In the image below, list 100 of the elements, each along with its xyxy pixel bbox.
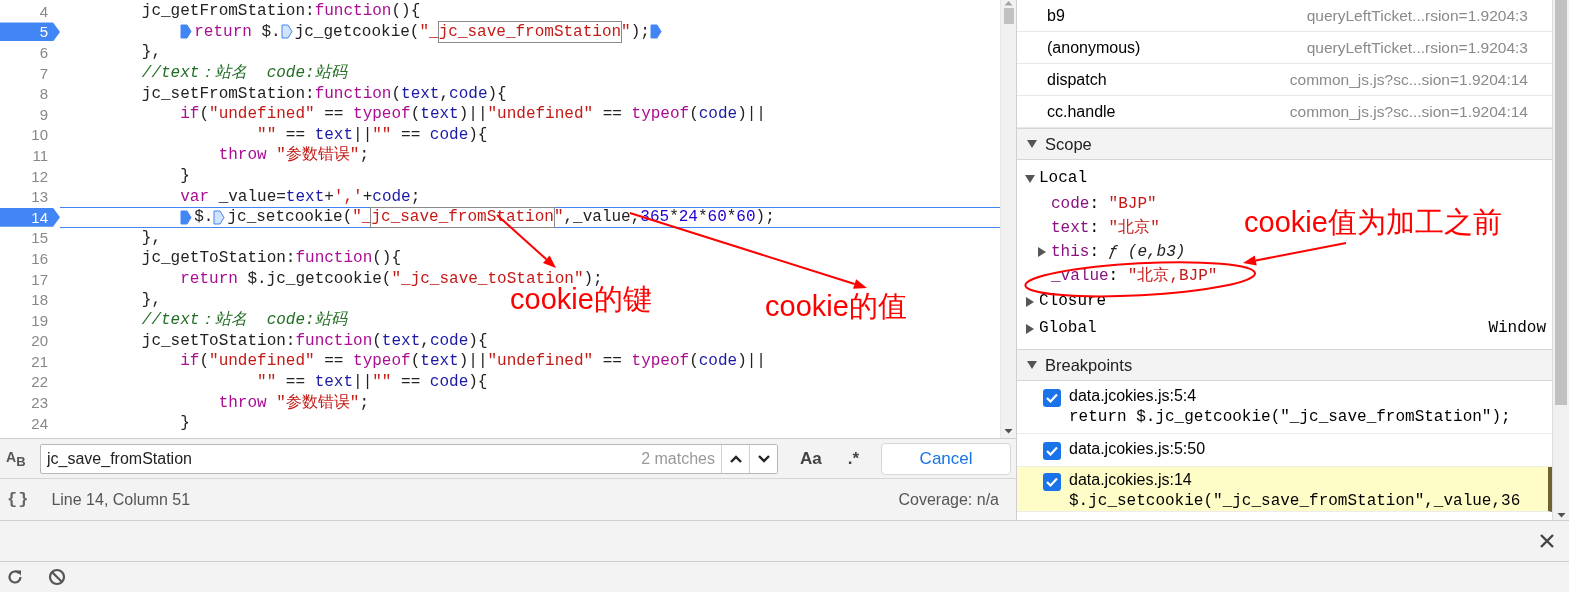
code-line: var _value=text+','+code; [179,186,421,207]
line-number[interactable]: 19 [0,310,60,330]
code-text: jc_getcookie("_jc_save_fromStation"); [294,21,650,42]
search-box[interactable]: jc_save_fromStation 2 matches [40,443,778,474]
checkbox[interactable] [1043,442,1061,460]
code-line: //text：站名 code:站码 [140,63,347,84]
block-icon[interactable] [48,568,66,586]
code-text: return $. [194,21,281,42]
line-number[interactable]: 20 [0,331,60,351]
line-number[interactable]: 23 [0,393,60,413]
line-number[interactable]: 5 [0,22,60,42]
breakpoints-header[interactable]: Breakpoints [1017,349,1552,381]
code-line: if("undefined" == typeof(text)||"undefined" == typeof(code)|| [179,104,766,125]
line-number[interactable]: 8 [0,84,60,104]
line-number[interactable]: 13 [0,187,60,207]
format-button[interactable]: {} [7,490,30,509]
breakpoint-marker-icon[interactable] [280,24,293,40]
scope-label[interactable]: Global [1039,316,1097,341]
section-title: Scope [1045,134,1092,154]
collapse-arrow-icon[interactable] [1027,139,1037,149]
code-line: }, [140,42,161,63]
checkbox[interactable] [1043,389,1061,407]
code-text: jc_setcookie("_jc_save_fromStation",_value,365*24*60*60); [227,207,775,227]
code-line: jc_getFromStation:function(){ [140,1,421,22]
code-line: } [179,166,190,187]
code-line: "" == text||"" == code){ [256,124,488,145]
line-number[interactable]: 7 [0,63,60,83]
check-icon [1046,446,1058,456]
breakpoint-marker-icon[interactable] [180,209,193,225]
next-match-button[interactable] [749,444,777,473]
scope-label[interactable]: Local [1039,166,1087,191]
check-icon [1046,393,1058,403]
line-number[interactable]: 18 [0,290,60,310]
checkbox[interactable] [1043,473,1061,491]
code-line: "" == text||"" == code){ [256,372,488,392]
breakpoint-location: data.jcokies.js:14 [1069,471,1193,489]
regex-button[interactable]: .* [847,448,860,469]
scope-variable: code: "BJP" [1051,195,1157,213]
breakpoint-location: data.jcokies.js:5:50 [1069,440,1206,458]
line-number[interactable]: 6 [0,43,60,62]
scrollbar-thumb[interactable] [1555,0,1567,405]
line-number[interactable]: 9 [0,104,60,124]
match-case-button[interactable]: Aa [800,448,822,469]
breakpoint-item[interactable]: data.jcokies.js:5:4 return $.jc_getcookie("_jc_save_fromStation"); [1017,381,1552,434]
line-number[interactable]: 11 [0,145,60,165]
line-number[interactable]: 17 [0,269,60,289]
code-line: //text：站名 code:站码 [140,310,347,331]
code-line: if("undefined" == typeof(text)||"undefined" == typeof(code)|| [179,351,766,372]
code-line: jc_setFromStation:function(text,code){ [140,83,507,104]
close-icon[interactable] [1539,533,1555,549]
breakpoint-marker-icon[interactable] [649,24,662,40]
line-number[interactable]: 10 [0,125,60,145]
coverage-status: Coverage: n/a [898,490,999,509]
code-line: jc_getToStation:function(){ [140,248,402,269]
refresh-icon[interactable] [6,568,24,586]
scope-header[interactable]: Scope [1017,128,1552,160]
check-icon [1046,477,1058,487]
cancel-button[interactable]: Cancel [881,442,1012,475]
annotation-label: cookie值为加工之前 [1244,208,1502,237]
call-frame[interactable]: (anonymous) queryLeftTicket...rsion=1.9204:3 [1017,32,1552,64]
chevron-up-icon [728,453,743,464]
collapse-arrow-icon[interactable] [1027,360,1037,370]
code-line: }, [140,289,161,310]
scope-variable: text: "北京" [1051,219,1160,237]
call-frame[interactable]: b9 queryLeftTicket...rsion=1.9204:3 [1017,0,1552,32]
scope-variable: _value: "北京,BJP" [1051,267,1218,285]
line-number[interactable]: 22 [0,372,60,392]
breakpoint-marker-icon[interactable] [180,24,193,40]
breakpoint-item[interactable]: data.jcokies.js:14 $.jc_setcookie("_jc_save_fromStation",_value,36 [1017,467,1552,512]
line-number[interactable]: 21 [0,351,60,371]
line-number[interactable]: 12 [0,166,60,186]
line-number[interactable]: 14 [0,207,60,227]
cursor-position: Line 14, Column 51 [51,490,191,509]
code-line: throw "参数错误"; [217,392,370,413]
expand-arrow-icon[interactable] [1025,323,1035,334]
breakpoint-code: return $.jc_getcookie("_jc_save_fromStation"); [1069,407,1511,427]
annotation-label: cookie的值 [765,292,907,321]
code-line: throw "参数错误"; [217,145,370,166]
breakpoint-location: data.jcokies.js:5:4 [1069,387,1198,405]
line-number[interactable]: 24 [0,413,60,433]
line-number[interactable]: 16 [0,248,60,268]
code-line: } [179,413,190,434]
line-number[interactable]: 4 [0,1,60,21]
chevron-down-icon [756,453,771,464]
breakpoint-marker-icon[interactable] [213,209,226,225]
scope-variable: this: ƒ (e,b3) [1051,243,1186,261]
breakpoint-code: $.jc_setcookie("_jc_save_fromStation",_value,36 [1069,491,1521,511]
line-number[interactable]: 15 [0,228,60,248]
scrollbar-thumb[interactable] [1003,8,1014,24]
match-count: 2 matches [641,449,716,468]
expand-arrow-icon[interactable] [1025,173,1035,184]
code-text: $. [194,207,214,227]
code-line: jc_setToStation:function(text,code){ [140,330,488,351]
code-line: }, [140,227,161,248]
expand-arrow-icon[interactable] [1025,296,1035,307]
expand-arrow-icon[interactable] [1037,247,1047,257]
scope-value: Window [1488,318,1546,339]
call-frame[interactable]: dispatch common_js.js?sc...sion=1.9204:14 [1017,64,1552,96]
section-title: Breakpoints [1045,355,1133,375]
annotation-label: cookie的键 [510,285,652,314]
